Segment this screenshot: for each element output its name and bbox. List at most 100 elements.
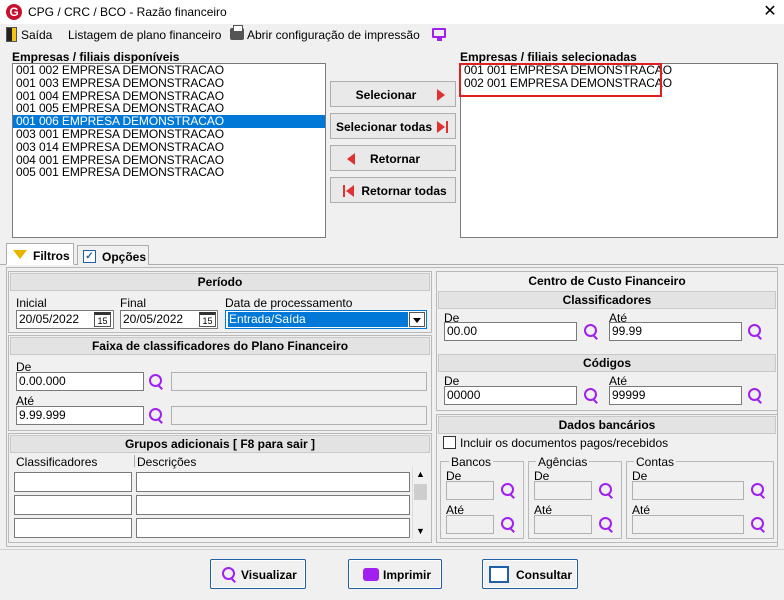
listing-menu[interactable]: Listagem de plano financeiro [68, 28, 221, 42]
scroll-down-icon[interactable]: ▼ [416, 526, 425, 536]
centro-codigos-title: Códigos [438, 354, 776, 372]
print-button-label: Imprimir [383, 568, 432, 582]
search-icon[interactable] [747, 387, 763, 403]
available-list[interactable]: 001 002 EMPRESA DEMONSTRACAO 001 003 EMPR… [12, 63, 326, 238]
available-list-label: Empresas / filiais disponíveis [12, 50, 180, 64]
select-button-label: Selecionar [355, 88, 417, 102]
select-all-button-label: Selecionar todas [335, 120, 433, 134]
printer-icon [363, 568, 379, 581]
tab-filters-label: Filtros [33, 249, 70, 263]
cc-class-from-input[interactable]: 00.00 [444, 322, 577, 341]
faixa-to-input[interactable]: 9.99.999 [16, 406, 144, 425]
faixa-title: Faixa de classificadores do Plano Financ… [10, 337, 430, 355]
search-icon[interactable] [148, 407, 164, 423]
select-button[interactable]: Selecionar [330, 81, 456, 107]
search-icon[interactable] [747, 323, 763, 339]
query-button-label: Consultar [516, 568, 573, 582]
faixa-from-description [171, 372, 427, 391]
bancos-from-input [446, 481, 494, 500]
search-icon[interactable] [583, 323, 599, 339]
arrow-right-end-icon [437, 121, 445, 133]
app-logo-icon: G [6, 4, 22, 20]
list-item[interactable]: 001 003 EMPRESA DEMONSTRACAO [13, 76, 325, 90]
chevron-down-icon[interactable] [409, 312, 425, 327]
agencias-title: Agências [536, 455, 590, 469]
back-all-button-label: Retornar todas [361, 184, 447, 198]
faixa-to-description [171, 406, 427, 425]
processing-date-select[interactable]: Entrada/Saída [225, 310, 427, 329]
arrow-left-icon [347, 153, 355, 165]
tab-filters[interactable]: Filtros [6, 243, 74, 265]
cc-class-to-input[interactable]: 99.99 [609, 322, 742, 341]
contas-to-input [632, 515, 744, 534]
view-button[interactable]: Visualizar [210, 559, 306, 589]
grupos-col-descricoes: Descrições [137, 455, 197, 469]
calendar-icon[interactable]: 15 [199, 312, 216, 327]
contas-from-input [632, 481, 744, 500]
funnel-icon [13, 250, 27, 259]
processing-date-value: Entrada/Saída [228, 312, 408, 327]
close-icon[interactable]: ✕ [758, 2, 782, 22]
search-icon[interactable] [500, 516, 516, 532]
back-button-label: Retornar [369, 152, 420, 166]
view-button-label: Visualizar [241, 568, 297, 582]
include-paid-label: Incluir os documentos pagos/recebidos [460, 436, 669, 450]
exit-menu[interactable]: Saída [21, 28, 52, 42]
column-divider [134, 455, 135, 467]
calendar-icon[interactable]: 15 [94, 312, 111, 327]
centro-title: Centro de Custo Financeiro [438, 273, 776, 291]
initial-date-label: Inicial [16, 296, 47, 310]
tab-options-label: Opções [102, 250, 147, 264]
back-all-button[interactable]: Retornar todas [330, 177, 456, 203]
back-button[interactable]: Retornar [330, 145, 456, 171]
bancos-title: Bancos [449, 455, 494, 469]
faixa-from-input[interactable]: 0.00.000 [16, 372, 144, 391]
window-title: CPG / CRC / BCO - Razão financeiro [28, 5, 227, 19]
scroll-up-icon[interactable]: ▲ [416, 469, 425, 479]
grupos-cell[interactable] [14, 495, 132, 515]
arrow-left-end-icon [346, 185, 354, 197]
final-date-label: Final [120, 296, 147, 310]
print-config-menu[interactable]: Abrir configuração de impressão [247, 28, 420, 42]
cc-code-from-input[interactable]: 00000 [444, 386, 577, 405]
list-item[interactable]: 005 001 EMPRESA DEMONSTRACAO [13, 166, 325, 179]
select-all-button[interactable]: Selecionar todas [330, 113, 456, 139]
bancos-to-input [446, 515, 494, 534]
cc-code-to-input[interactable]: 99999 [609, 386, 742, 405]
processing-date-label: Data de processamento [225, 296, 353, 310]
search-icon[interactable] [750, 482, 766, 498]
search-icon[interactable] [148, 373, 164, 389]
monitor-icon[interactable] [432, 28, 446, 41]
bancarios-title: Dados bancários [438, 416, 776, 434]
grupos-title: Grupos adicionais [ F8 para sair ] [10, 435, 430, 453]
grupos-cell[interactable] [14, 518, 132, 538]
arrow-right-icon [437, 89, 445, 101]
arrow-start-bar-icon [343, 185, 345, 197]
contas-title: Contas [634, 455, 677, 469]
tab-options[interactable]: ✓ Opções [77, 245, 149, 265]
printer-icon[interactable] [230, 25, 244, 40]
agencias-to-input [534, 515, 592, 534]
highlight-box [459, 63, 662, 97]
grupos-col-classificadores: Classificadores [16, 455, 98, 469]
query-button[interactable]: Consultar [482, 559, 578, 589]
search-icon[interactable] [500, 482, 516, 498]
grupos-cell[interactable] [136, 495, 410, 515]
agencias-from-input [534, 481, 592, 500]
include-paid-checkbox[interactable] [443, 436, 456, 449]
list-item[interactable]: 001 002 EMPRESA DEMONSTRACAO [13, 64, 325, 77]
list-item[interactable]: 003 001 EMPRESA DEMONSTRACAO [13, 128, 325, 141]
search-icon [221, 566, 237, 582]
grupos-cell[interactable] [14, 472, 132, 492]
scroll-thumb[interactable] [414, 484, 427, 500]
selected-list-label: Empresas / filiais selecionadas [460, 50, 637, 64]
search-icon[interactable] [598, 482, 614, 498]
search-icon[interactable] [583, 387, 599, 403]
grupos-cell[interactable] [136, 518, 410, 538]
exit-door-icon[interactable] [6, 27, 17, 42]
search-icon[interactable] [750, 516, 766, 532]
list-item[interactable]: 003 014 EMPRESA DEMONSTRACAO [13, 140, 325, 154]
search-icon[interactable] [598, 516, 614, 532]
print-button[interactable]: Imprimir [348, 559, 442, 589]
grupos-cell[interactable] [136, 472, 410, 492]
